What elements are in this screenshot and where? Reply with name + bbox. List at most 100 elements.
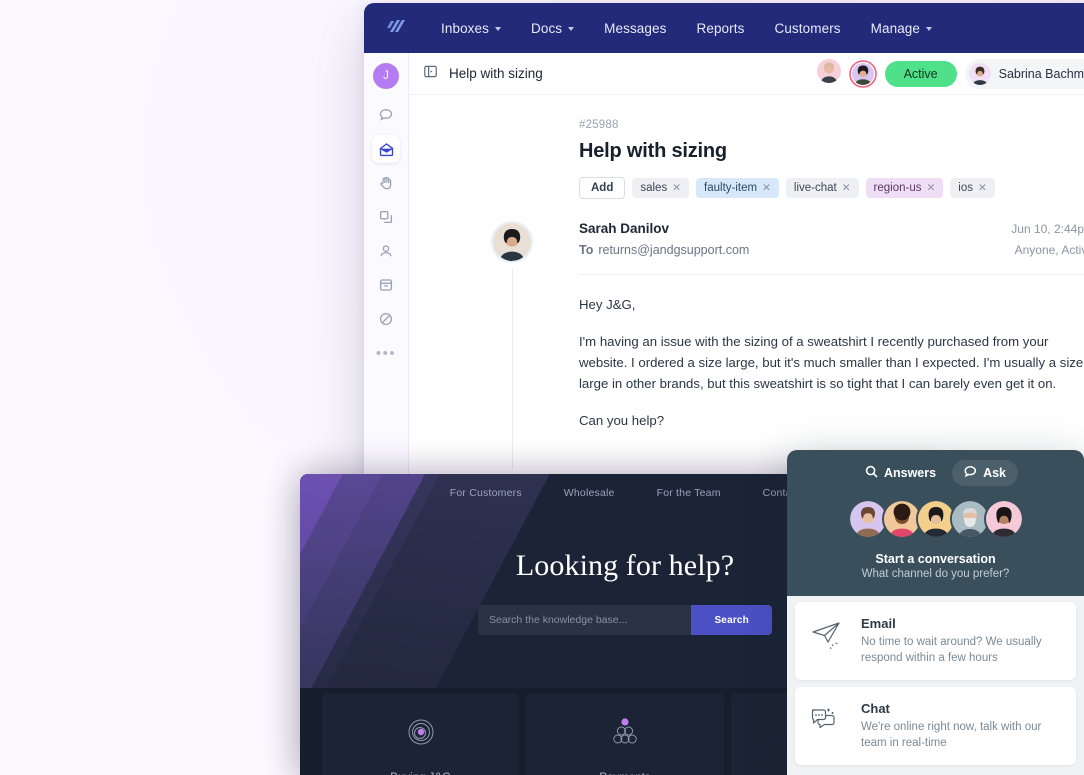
target-rings-icon (402, 713, 440, 756)
channel-option-email[interactable]: Email No time to wait around? We usually… (795, 602, 1076, 680)
message-timestamp: Jun 10, 2:44pm (1011, 222, 1084, 236)
nav-label: Manage (870, 20, 921, 36)
tag-faulty-item[interactable]: faulty-item ✕ (696, 178, 779, 198)
category-card-payments[interactable]: Payments (526, 693, 724, 775)
message-block: Sarah Danilov Jun 10, 2:44pm To returns@… (491, 221, 1084, 469)
chevron-down-icon (926, 27, 933, 31)
conversation-header: Help with sizing Active Sabrina Bachm (409, 53, 1084, 95)
thread-line (512, 269, 513, 469)
chat-widget-agent-avatars (787, 499, 1084, 539)
rail-item-hand[interactable] (372, 169, 400, 197)
channel-title: Chat (861, 701, 890, 716)
nav-item-docs[interactable]: Docs (516, 15, 589, 42)
ticket-tags: Add sales ✕ faulty-item ✕ live-chat ✕ re… (579, 177, 1084, 199)
search-button[interactable]: Search (691, 605, 772, 635)
channel-option-chat[interactable]: Chat We're online right now, talk with o… (795, 687, 1076, 765)
close-icon[interactable]: ✕ (978, 182, 987, 194)
nav-label: Messages (604, 20, 667, 36)
conversation-title: Help with sizing (449, 66, 543, 81)
current-user-chip[interactable]: Sabrina Bachman (964, 58, 1084, 89)
search-box: Search (478, 605, 772, 635)
message-sender-avatar (491, 221, 533, 263)
helpdesk-app-window: Inboxes Docs Messages Reports Customers (364, 3, 1084, 523)
conversation-header-actions: Active Sabrina Bachm (816, 58, 1084, 89)
nav-label: Inboxes (441, 20, 489, 36)
add-tag-button[interactable]: Add (579, 177, 626, 199)
close-icon[interactable]: ✕ (762, 182, 771, 194)
tab-label: Ask (983, 466, 1007, 480)
app-top-navigation: Inboxes Docs Messages Reports Customers (364, 3, 1084, 53)
paper-plane-icon (808, 616, 848, 666)
tag-sales[interactable]: sales ✕ (632, 178, 690, 198)
help-nav-for-the-team[interactable]: For the Team (657, 487, 721, 499)
search-icon (865, 465, 878, 481)
close-icon[interactable]: ✕ (926, 182, 935, 194)
tab-ask[interactable]: Ask (952, 460, 1019, 486)
message-paragraph: I'm having an issue with the sizing of a… (579, 334, 1084, 391)
message-header-row: Sarah Danilov Jun 10, 2:44pm (579, 221, 1084, 236)
message-paragraph: Can you help? (579, 413, 665, 428)
panel-toggle-icon[interactable] (423, 64, 438, 84)
channel-option-text: Email No time to wait around? We usually… (861, 616, 1063, 666)
chat-bubbles-icon (808, 701, 848, 751)
status-badge[interactable]: Active (884, 60, 957, 87)
nav-label: Customers (774, 20, 841, 36)
tag-live-chat[interactable]: live-chat ✕ (785, 178, 859, 198)
tag-ios[interactable]: ios ✕ (950, 178, 995, 198)
current-user-avatar (968, 62, 991, 85)
nav-item-messages[interactable]: Messages (589, 15, 681, 42)
category-card-buying[interactable]: Buying J&G (322, 693, 520, 775)
tag-region-us[interactable]: region-us ✕ (865, 178, 944, 198)
message-to-address: returns@jandgsupport.com (598, 243, 750, 257)
chevron-down-icon (494, 27, 501, 31)
message-body: Hey J&G, I'm having an issue with the si… (579, 275, 1084, 431)
nav-item-inboxes[interactable]: Inboxes (426, 15, 516, 42)
message-to-label: To (579, 243, 594, 257)
avatar[interactable]: J (373, 63, 399, 89)
tab-answers[interactable]: Answers (853, 460, 948, 486)
help-nav-for-customers[interactable]: For Customers (450, 487, 522, 499)
tab-label: Answers (883, 466, 937, 480)
agent-avatar-5 (983, 499, 1024, 539)
rail-item-person[interactable] (372, 237, 400, 265)
nav-label: Docs (530, 20, 563, 36)
chat-widget: Answers Ask Start a conversation What ch… (787, 450, 1084, 775)
tag-label: faulty-item (704, 182, 758, 194)
nav-item-manage[interactable]: Manage (856, 15, 947, 42)
rail-item-blocked[interactable] (372, 305, 400, 333)
category-card-label: Payments (599, 772, 650, 775)
viewer-avatar-2[interactable] (848, 59, 877, 88)
nav-label: Reports (696, 20, 745, 36)
helpscout-logo-icon[interactable] (382, 13, 412, 43)
tag-label: sales (640, 182, 668, 194)
rail-item-chat[interactable] (372, 101, 400, 129)
rail-item-archive[interactable] (372, 271, 400, 299)
chat-bubble-icon (964, 465, 977, 481)
channel-description: We're online right now, talk with our te… (861, 721, 1042, 749)
conversation-content: #25988 Help with sizing Add sales ✕ faul… (409, 95, 1084, 469)
channel-title: Email (861, 616, 896, 631)
nav-item-reports[interactable]: Reports (681, 15, 759, 42)
chat-widget-title: Start a conversation (875, 552, 996, 566)
close-icon[interactable]: ✕ (672, 182, 681, 194)
rail-more-button[interactable]: ••• (376, 345, 396, 362)
channel-description: No time to wait around? We usually respo… (861, 636, 1042, 664)
chevron-down-icon (568, 27, 575, 31)
nav-item-customers[interactable]: Customers (759, 15, 855, 42)
category-card-label: Buying J&G (390, 772, 451, 775)
rail-item-inbox[interactable] (372, 135, 400, 163)
close-icon[interactable]: ✕ (842, 182, 851, 194)
help-nav-wholesale[interactable]: Wholesale (564, 487, 615, 499)
viewer-avatar-1[interactable] (816, 59, 841, 88)
channel-option-text: Chat We're online right now, talk with o… (861, 701, 1063, 751)
chat-widget-channel-list: Email No time to wait around? We usually… (787, 596, 1084, 765)
tag-label: ios (958, 182, 973, 194)
tag-label: live-chat (793, 182, 837, 194)
tag-label: region-us (873, 182, 922, 194)
search-input[interactable] (478, 605, 692, 635)
rail-item-layers[interactable] (372, 203, 400, 231)
chat-widget-header: Answers Ask Start a conversation What ch… (787, 450, 1084, 596)
top-nav-items: Inboxes Docs Messages Reports Customers (426, 15, 947, 42)
coin-stack-icon (606, 713, 644, 756)
message-assignment: Anyone, Active (1014, 243, 1084, 257)
